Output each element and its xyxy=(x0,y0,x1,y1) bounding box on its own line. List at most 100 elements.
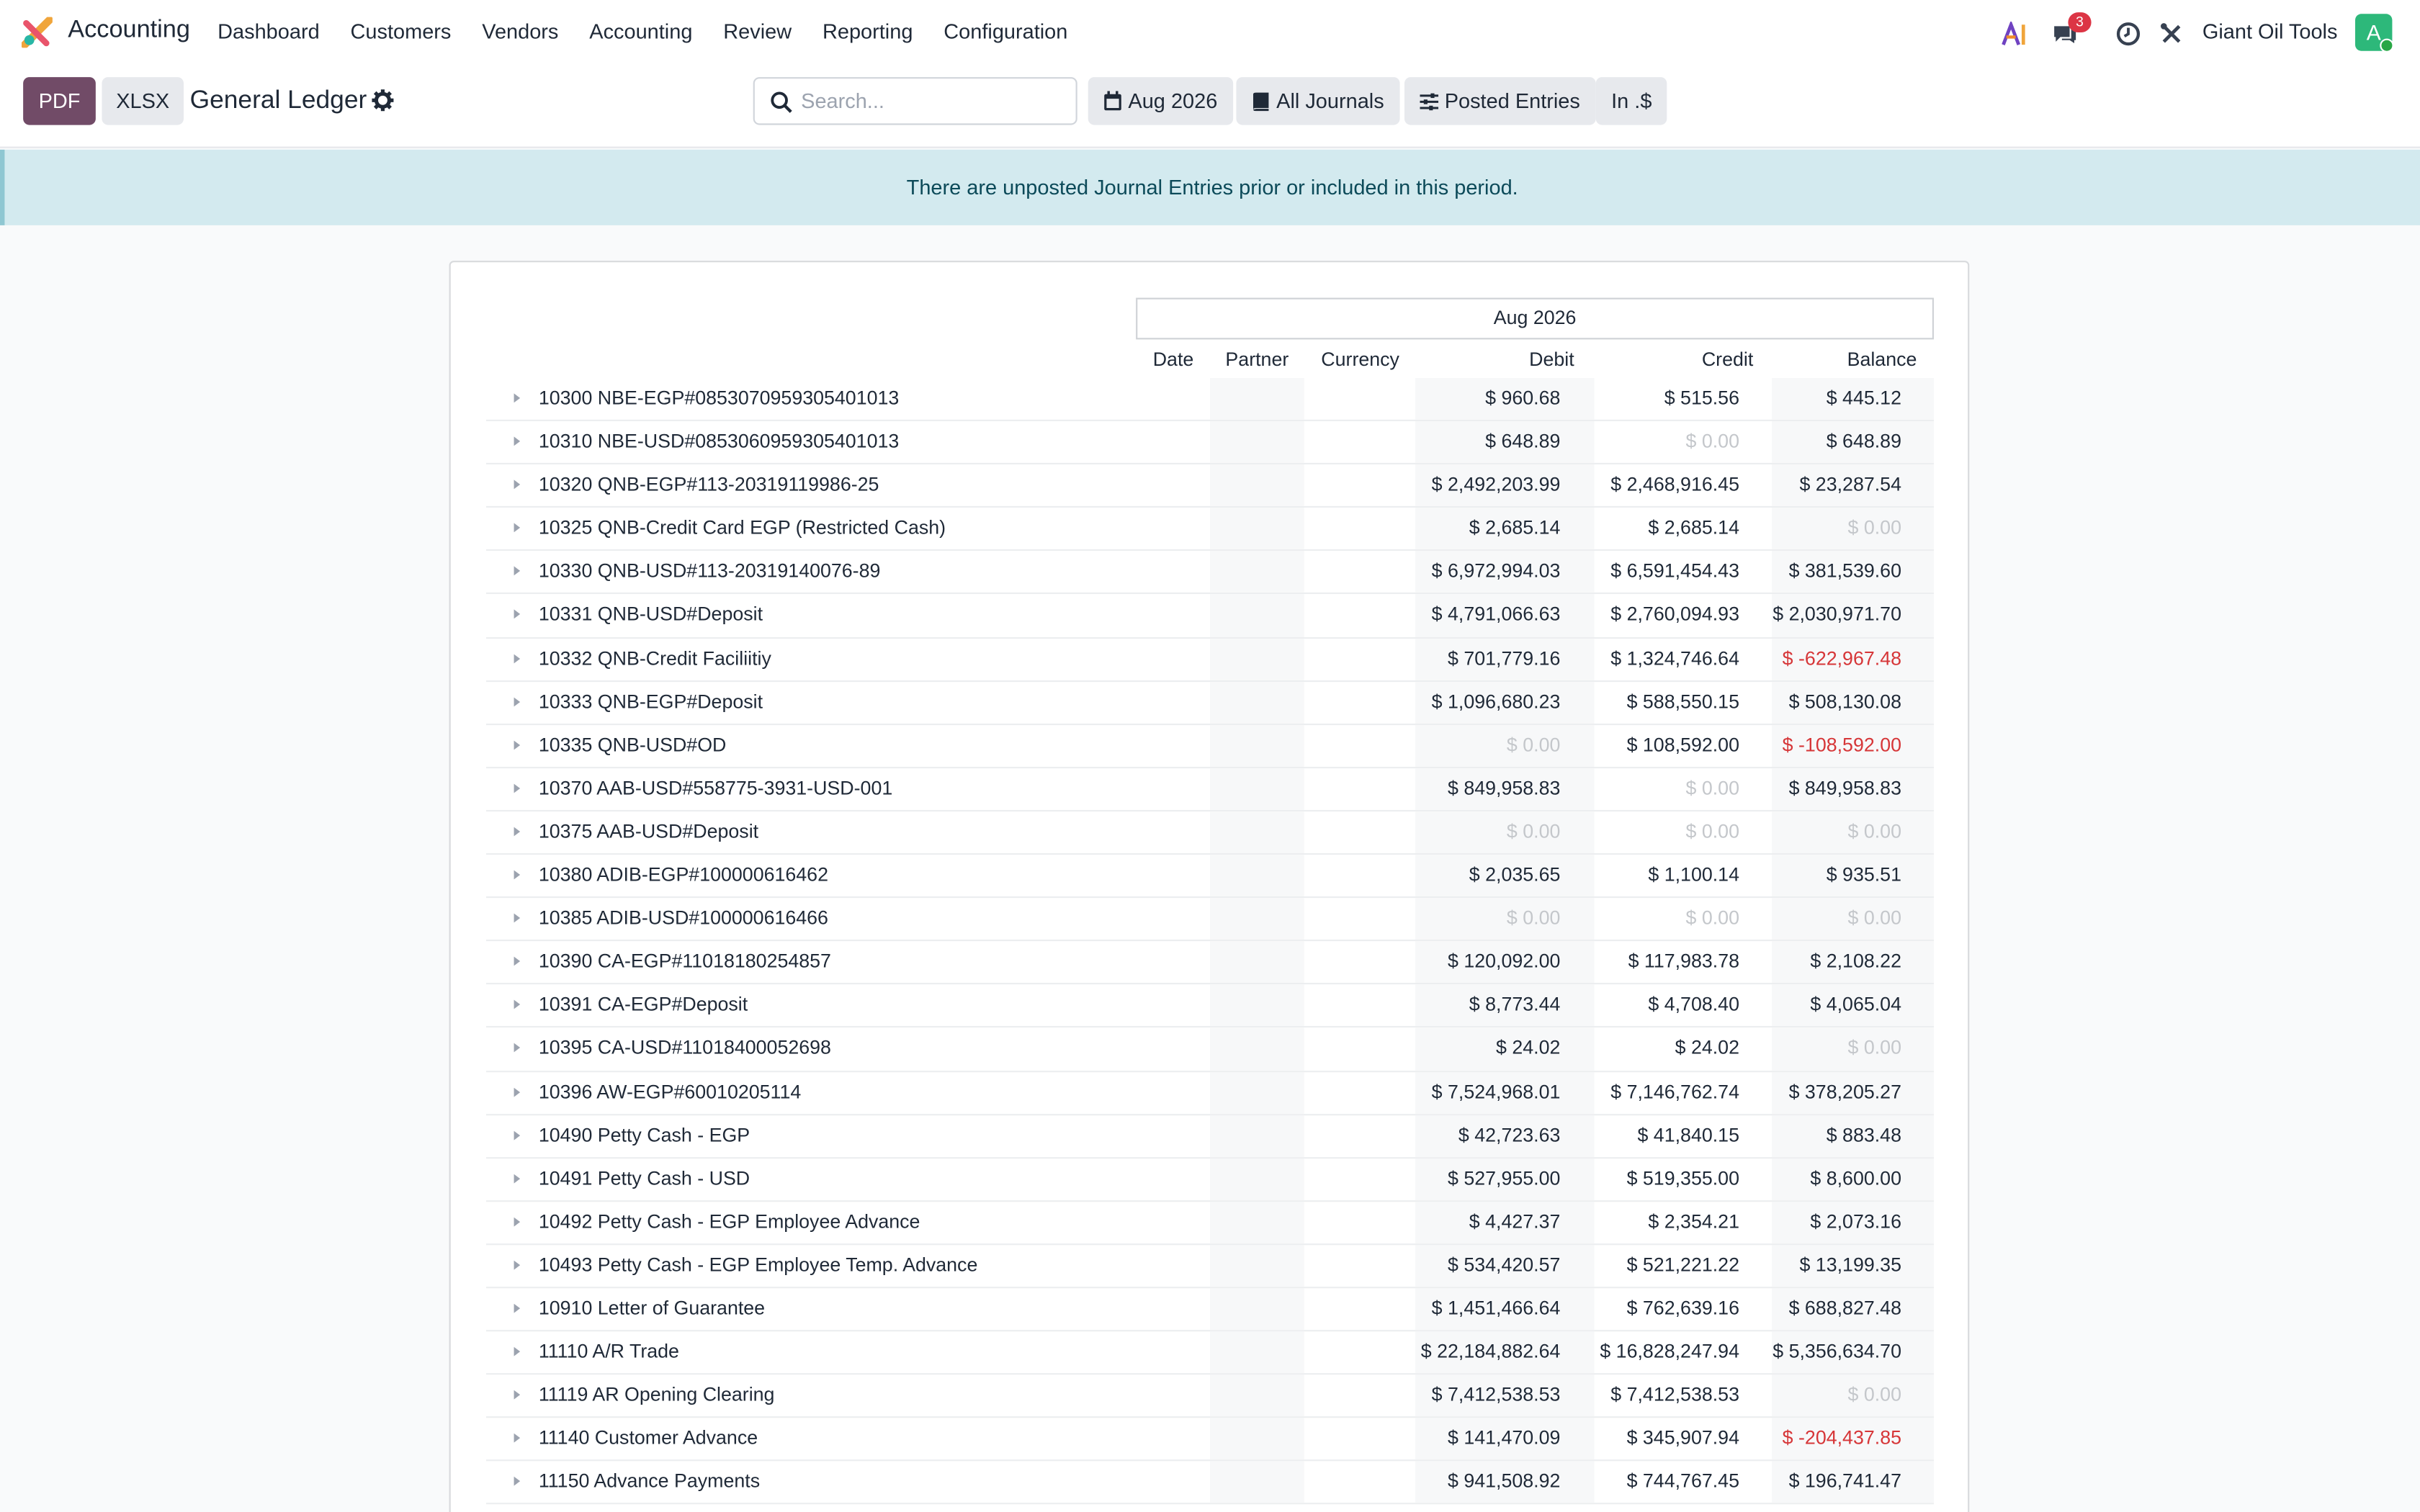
ledger-row[interactable]: 10391 CA-EGP#Deposit $ 8,773.44 $ 4,708.40… xyxy=(486,984,1934,1029)
ledger-row[interactable]: 10325 QNB-Credit Card EGP (Restricted Ca… xyxy=(486,508,1934,552)
caret-right-icon[interactable] xyxy=(512,999,521,1011)
caret-right-icon[interactable] xyxy=(512,652,521,664)
menu-customers[interactable]: Customers xyxy=(351,20,452,43)
journals-filter-button[interactable]: All Journals xyxy=(1236,77,1400,125)
clock-icon[interactable] xyxy=(2113,19,2144,50)
search-input[interactable] xyxy=(801,89,1064,113)
ledger-row[interactable]: 10910 Letter of Guarantee $ 1,451,466.64 $… xyxy=(486,1288,1934,1332)
account-name[interactable]: 10492 Petty Cash - EGP Employee Advance xyxy=(539,1211,920,1233)
gear-icon[interactable] xyxy=(370,88,395,112)
ledger-row[interactable]: 10375 AAB-USD#Deposit $ 0.00 $ 0.00 $ 0.00 xyxy=(486,811,1934,855)
ledger-row[interactable]: 10370 AAB-USD#558775-3931-USD-001 $ 849,9… xyxy=(486,768,1934,812)
caret-right-icon[interactable] xyxy=(512,825,521,837)
menu-vendors[interactable]: Vendors xyxy=(482,20,558,43)
chat-icon[interactable]: 3 xyxy=(2050,12,2092,50)
account-name[interactable]: 11119 AR Opening Clearing xyxy=(539,1384,775,1405)
caret-right-icon[interactable] xyxy=(512,1259,521,1271)
account-name[interactable]: 10310 NBE-USD#0853060959305401013 xyxy=(539,431,899,452)
caret-right-icon[interactable] xyxy=(512,1389,521,1401)
menu-accounting[interactable]: Accounting xyxy=(589,20,692,43)
menu-reporting[interactable]: Reporting xyxy=(823,20,913,43)
caret-right-icon[interactable] xyxy=(512,912,521,924)
ledger-row[interactable]: 10492 Petty Cash - EGP Employee Advance $… xyxy=(486,1201,1934,1246)
tools-icon[interactable] xyxy=(2156,19,2187,50)
caret-right-icon[interactable] xyxy=(512,435,521,447)
caret-right-icon[interactable] xyxy=(512,1215,521,1228)
account-name[interactable]: 11150 Advance Payments xyxy=(539,1471,760,1493)
account-name[interactable]: 10370 AAB-USD#558775-3931-USD-001 xyxy=(539,778,892,799)
ledger-row[interactable]: 10333 QNB-EGP#Deposit $ 1,096,680.23 $ 588… xyxy=(486,681,1934,725)
account-name[interactable]: 10320 QNB-EGP#113-20319119986-25 xyxy=(539,474,879,495)
account-name[interactable]: 10325 QNB-Credit Card EGP (Restricted Ca… xyxy=(539,517,946,539)
ledger-row[interactable]: 11150 Advance Payments $ 941,508.92 $ 744,… xyxy=(486,1462,1934,1506)
caret-right-icon[interactable] xyxy=(512,1086,521,1098)
caret-right-icon[interactable] xyxy=(512,392,521,404)
account-name[interactable]: 10333 QNB-EGP#Deposit xyxy=(539,690,763,712)
ledger-row[interactable]: 10310 NBE-USD#0853060959305401013 $ 648.8… xyxy=(486,421,1934,465)
account-name[interactable]: 10332 QNB-Credit Faciliitiy xyxy=(539,647,771,669)
currency-filter-button[interactable]: In .$ xyxy=(1595,77,1667,125)
caret-right-icon[interactable] xyxy=(512,1129,521,1141)
ledger-row[interactable]: 10396 AW-EGP#60010205114 $ 7,524,968.01 $ … xyxy=(486,1071,1934,1115)
caret-right-icon[interactable] xyxy=(512,1172,521,1184)
account-name[interactable]: 10490 Petty Cash - EGP xyxy=(539,1124,750,1146)
account-name[interactable]: 10391 CA-EGP#Deposit xyxy=(539,994,748,1016)
caret-right-icon[interactable] xyxy=(512,782,521,794)
account-name[interactable]: 10331 QNB-USD#Deposit xyxy=(539,604,763,626)
ai-icon[interactable] xyxy=(2000,19,2031,50)
ledger-row[interactable]: 10493 Petty Cash - EGP Employee Temp. Ad… xyxy=(486,1245,1934,1289)
caret-right-icon[interactable] xyxy=(512,739,521,751)
ledger-row[interactable]: 11140 Customer Advance $ 141,470.09 $ 345,… xyxy=(486,1418,1934,1462)
menu-dashboard[interactable]: Dashboard xyxy=(218,20,320,43)
entries-filter-button[interactable]: Posted Entries xyxy=(1404,77,1596,125)
account-name[interactable]: 10396 AW-EGP#60010205114 xyxy=(539,1081,801,1102)
search-box[interactable] xyxy=(753,77,1077,125)
ledger-row[interactable]: 10390 CA-EGP#11018180254857 $ 120,092.00 $… xyxy=(486,941,1934,985)
account-name[interactable]: 10385 ADIB-USD#100000616466 xyxy=(539,907,828,929)
ledger-row[interactable]: 11119 AR Opening Clearing $ 7,412,538.53 $… xyxy=(486,1374,1934,1418)
ledger-row[interactable]: 10332 QNB-Credit Faciliitiy $ 701,779.16 $… xyxy=(486,638,1934,682)
menu-configuration[interactable]: Configuration xyxy=(944,20,1067,43)
ledger-row[interactable]: 10395 CA-USD#11018400052698 $ 24.02 $ 24.0… xyxy=(486,1028,1934,1072)
caret-right-icon[interactable] xyxy=(512,696,521,708)
xlsx-button[interactable]: XLSX xyxy=(102,77,184,125)
account-name[interactable]: 10390 CA-EGP#11018180254857 xyxy=(539,950,831,972)
account-name[interactable]: 10395 CA-USD#11018400052698 xyxy=(539,1038,831,1059)
ledger-row[interactable]: 10490 Petty Cash - EGP $ 42,723.63 $ 41,84… xyxy=(486,1115,1934,1158)
company-switcher[interactable]: Giant Oil Tools xyxy=(2202,20,2338,43)
ledger-row[interactable]: 10335 QNB-USD#OD $ 0.00 $ 108,592.00 $ -108… xyxy=(486,724,1934,768)
account-name[interactable]: 10300 NBE-EGP#0853070959305401013 xyxy=(539,387,899,409)
caret-right-icon[interactable] xyxy=(512,1042,521,1054)
ledger-row[interactable]: 10385 ADIB-USD#100000616466 $ 0.00 $ 0.00 $… xyxy=(486,898,1934,942)
date-filter-button[interactable]: Aug 2026 xyxy=(1088,77,1233,125)
caret-right-icon[interactable] xyxy=(512,565,521,577)
caret-right-icon[interactable] xyxy=(512,1432,521,1444)
account-name[interactable]: 10330 QNB-USD#113-20319140076-89 xyxy=(539,561,881,582)
account-name[interactable]: 10375 AAB-USD#Deposit xyxy=(539,821,758,842)
account-name[interactable]: 11140 Customer Advance xyxy=(539,1428,758,1449)
account-name[interactable]: 10335 QNB-USD#OD xyxy=(539,734,727,755)
account-name[interactable]: 11110 A/R Trade xyxy=(539,1341,679,1362)
account-name[interactable]: 10493 Petty Cash - EGP Employee Temp. Ad… xyxy=(539,1254,978,1276)
caret-right-icon[interactable] xyxy=(512,868,521,881)
ledger-row[interactable]: 10330 QNB-USD#113-20319140076-89 $ 6,972,… xyxy=(486,551,1934,595)
ledger-row[interactable]: 10380 ADIB-EGP#100000616462 $ 2,035.65 $ 1… xyxy=(486,855,1934,899)
caret-right-icon[interactable] xyxy=(512,1346,521,1358)
caret-right-icon[interactable] xyxy=(512,1302,521,1315)
ledger-row[interactable]: 10331 QNB-USD#Deposit $ 4,791,066.63 $ 2,7… xyxy=(486,595,1934,639)
caret-right-icon[interactable] xyxy=(512,1475,521,1488)
ledger-row[interactable]: 11110 A/R Trade $ 22,184,882.64 $ 16,828,2… xyxy=(486,1331,1934,1375)
caret-right-icon[interactable] xyxy=(512,608,521,621)
ledger-row[interactable]: 10300 NBE-EGP#0853070959305401013 $ 960.6… xyxy=(486,378,1934,422)
accounting-app-icon[interactable] xyxy=(22,17,53,48)
caret-right-icon[interactable] xyxy=(512,479,521,491)
pdf-button[interactable]: PDF xyxy=(23,77,96,125)
caret-right-icon[interactable] xyxy=(512,522,521,534)
ledger-row[interactable]: 10320 QNB-EGP#113-20319119986-25 $ 2,492,… xyxy=(486,464,1934,508)
menu-review[interactable]: Review xyxy=(723,20,792,43)
caret-right-icon[interactable] xyxy=(512,955,521,968)
account-name[interactable]: 10910 Letter of Guarantee xyxy=(539,1297,765,1319)
account-name[interactable]: 10380 ADIB-EGP#100000616462 xyxy=(539,864,828,886)
account-name[interactable]: 10491 Petty Cash - USD xyxy=(539,1167,750,1189)
ledger-row[interactable]: 10491 Petty Cash - USD $ 527,955.00 $ 519,… xyxy=(486,1158,1934,1202)
